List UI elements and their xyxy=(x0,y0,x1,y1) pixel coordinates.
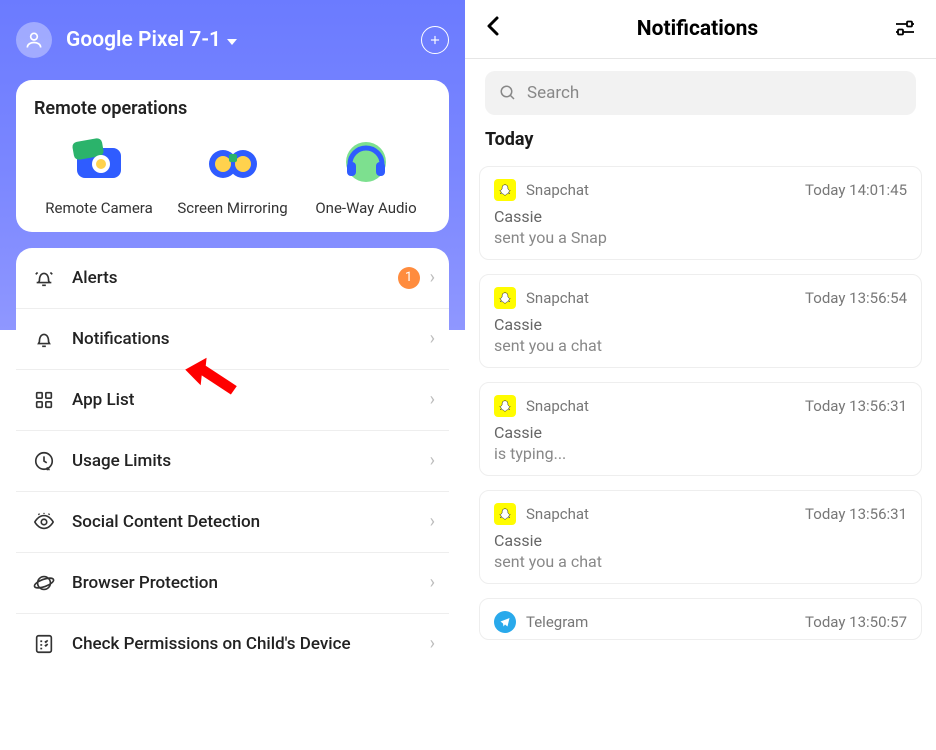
app-name: Snapchat xyxy=(526,181,589,199)
remote-camera-label: Remote Camera xyxy=(45,199,152,218)
chevron-right-icon: › xyxy=(430,633,435,654)
notification-sender: Cassie xyxy=(494,207,907,226)
one-way-audio-item[interactable]: One-Way Audio xyxy=(301,129,431,218)
app-list-label: App List xyxy=(72,390,430,410)
grid-icon xyxy=(30,386,58,414)
notification-card[interactable]: Snapchat Today 13:56:31 Cassie sent you … xyxy=(479,490,922,584)
notification-body: sent you a chat xyxy=(494,552,907,571)
filter-button[interactable] xyxy=(894,18,916,40)
app-name: Snapchat xyxy=(526,289,589,307)
eye-icon xyxy=(30,508,58,536)
snapchat-icon xyxy=(494,503,516,525)
menu-item-app-list[interactable]: App List › xyxy=(16,370,449,431)
notification-body: sent you a Snap xyxy=(494,228,907,247)
search-input[interactable] xyxy=(527,83,902,103)
telegram-icon xyxy=(494,611,516,633)
device-name-label: Google Pixel 7-1 xyxy=(66,28,221,52)
avatar[interactable] xyxy=(16,22,52,58)
screen-mirroring-label: Screen Mirroring xyxy=(177,199,287,218)
bell-icon xyxy=(30,325,58,353)
menu-item-usage-limits[interactable]: Usage Limits › xyxy=(16,431,449,492)
screen-mirroring-item[interactable]: Screen Mirroring xyxy=(168,129,298,218)
menu-item-notifications[interactable]: Notifications › xyxy=(16,309,449,370)
chevron-right-icon: › xyxy=(430,328,435,349)
remote-operations-card: Remote operations Remote Camera xyxy=(16,80,449,232)
notifications-header: Notifications xyxy=(465,0,936,58)
remote-camera-item[interactable]: Remote Camera xyxy=(34,129,164,218)
chevron-right-icon: › xyxy=(430,572,435,593)
social-content-label: Social Content Detection xyxy=(72,512,430,532)
features-menu: Alerts 1 › Notifications › App List › xyxy=(16,248,449,674)
search-icon xyxy=(499,84,517,102)
notification-sender: Cassie xyxy=(494,423,907,442)
add-device-button[interactable] xyxy=(421,26,449,54)
notification-body: is typing... xyxy=(494,444,907,463)
alert-icon xyxy=(30,264,58,292)
camera-icon xyxy=(67,129,131,193)
app-name: Snapchat xyxy=(526,505,589,523)
notification-sender: Cassie xyxy=(494,531,907,550)
headphones-icon xyxy=(334,129,398,193)
chevron-right-icon: › xyxy=(430,511,435,532)
remote-ops-title: Remote operations xyxy=(34,98,431,119)
notification-time: Today 13:50:57 xyxy=(805,613,907,631)
planet-icon xyxy=(30,569,58,597)
back-button[interactable] xyxy=(485,15,501,43)
notification-sender: Cassie xyxy=(494,315,907,334)
notification-card[interactable]: Snapchat Today 14:01:45 Cassie sent you … xyxy=(479,166,922,260)
notification-card[interactable]: Snapchat Today 13:56:31 Cassie is typing… xyxy=(479,382,922,476)
dashboard-panel: Google Pixel 7-1 Remote operations xyxy=(0,0,465,750)
clock-limit-icon xyxy=(30,447,58,475)
snapchat-icon xyxy=(494,287,516,309)
app-name: Snapchat xyxy=(526,397,589,415)
snapchat-icon xyxy=(494,179,516,201)
notifications-panel: Notifications Today Snapchat Today 14:01… xyxy=(465,0,936,750)
check-permissions-label: Check Permissions on Child's Device xyxy=(72,634,430,654)
checklist-icon xyxy=(30,630,58,658)
notification-card[interactable]: Telegram Today 13:50:57 xyxy=(479,598,922,640)
binoculars-icon xyxy=(201,129,265,193)
notification-body: sent you a chat xyxy=(494,336,907,355)
menu-item-social-content[interactable]: Social Content Detection › xyxy=(16,492,449,553)
notifications-label: Notifications xyxy=(72,329,430,349)
one-way-audio-label: One-Way Audio xyxy=(315,199,416,218)
notification-list: Snapchat Today 14:01:45 Cassie sent you … xyxy=(465,156,936,640)
menu-item-browser-protection[interactable]: Browser Protection › xyxy=(16,553,449,614)
chevron-right-icon: › xyxy=(430,450,435,471)
notification-time: Today 13:56:31 xyxy=(805,505,907,523)
device-selector[interactable]: Google Pixel 7-1 xyxy=(66,28,237,52)
alerts-badge: 1 xyxy=(398,267,420,289)
search-bar[interactable] xyxy=(485,71,916,115)
menu-item-alerts[interactable]: Alerts 1 › xyxy=(16,248,449,309)
usage-limits-label: Usage Limits xyxy=(72,451,430,471)
notification-card[interactable]: Snapchat Today 13:56:54 Cassie sent you … xyxy=(479,274,922,368)
alerts-label: Alerts xyxy=(72,268,398,288)
browser-protection-label: Browser Protection xyxy=(72,573,430,593)
notification-time: Today 14:01:45 xyxy=(805,181,907,199)
snapchat-icon xyxy=(494,395,516,417)
app-name: Telegram xyxy=(526,613,588,631)
notification-time: Today 13:56:31 xyxy=(805,397,907,415)
chevron-right-icon: › xyxy=(430,267,435,288)
chevron-right-icon: › xyxy=(430,389,435,410)
section-today: Today xyxy=(465,129,936,150)
page-title: Notifications xyxy=(637,17,758,41)
header-row: Google Pixel 7-1 xyxy=(16,22,449,58)
caret-down-icon xyxy=(227,39,237,45)
divider xyxy=(465,58,936,59)
notification-time: Today 13:56:54 xyxy=(805,289,907,307)
menu-item-check-permissions[interactable]: Check Permissions on Child's Device › xyxy=(16,614,449,674)
